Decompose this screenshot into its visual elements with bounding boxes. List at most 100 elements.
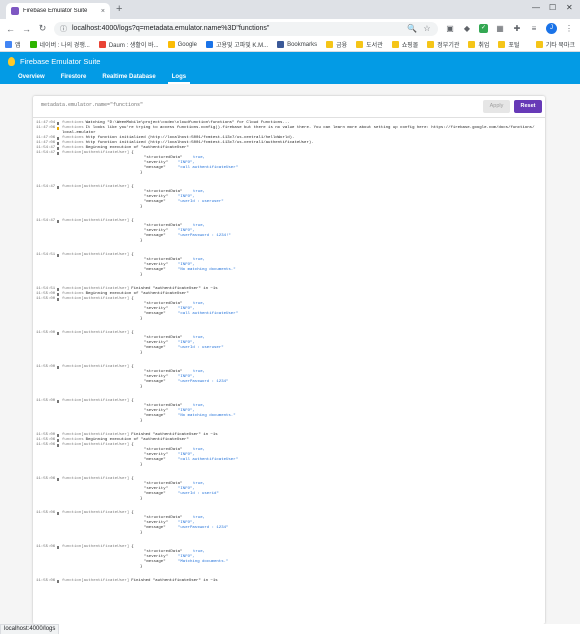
bookmark-item[interactable]: Daum : 생활이 바... xyxy=(98,40,159,49)
apply-button[interactable]: Apply xyxy=(483,100,510,113)
tab-close-icon[interactable]: × xyxy=(101,8,105,15)
forward-icon[interactable]: → xyxy=(22,24,31,34)
json-close-line: } xyxy=(140,385,143,389)
extension-shield-icon[interactable]: ◆ xyxy=(462,24,472,34)
bookmark-item[interactable]: 네이버 : 나의 경쟁... xyxy=(29,40,90,49)
more-menu-icon[interactable]: ⋮ xyxy=(564,24,574,34)
tab-logs[interactable]: Logs xyxy=(164,74,194,84)
site-info-icon[interactable]: ⓘ xyxy=(60,24,67,34)
info-level-icon xyxy=(57,366,59,369)
log-list: 11:47:04 functions Watching "D:\WeenMobile… xyxy=(33,121,545,584)
bookmark-item[interactable]: 고용및 고파및 K.M... xyxy=(205,40,269,49)
firebase-logo-icon xyxy=(8,56,15,66)
bookmark-item[interactable]: 도서관 xyxy=(356,40,383,49)
json-close-line: } xyxy=(140,497,143,501)
log-json-block: "structuredData" true, "severity" "INFO", "m… xyxy=(33,448,545,468)
info-level-icon xyxy=(57,288,59,291)
folder-icon xyxy=(535,41,543,48)
profile-avatar[interactable]: J xyxy=(546,23,557,34)
bookmark-item[interactable]: Bookmarks xyxy=(277,41,317,48)
status-url: localhost:4000/logs xyxy=(0,624,60,634)
address-bar-url[interactable]: localhost:4000/logs?q=metadata.emulator.… xyxy=(72,25,402,32)
new-tab-button[interactable]: + xyxy=(116,3,122,15)
bookmark-item[interactable]: 쇼핑몰 xyxy=(391,40,419,49)
json-close-line: } xyxy=(140,463,143,467)
json-close-line: } xyxy=(140,351,143,355)
bookmarks-bar: 앱 네이버 : 나의 경쟁... Daum : 생활이 바... Google 고용및 … xyxy=(0,38,580,52)
extensions-puzzle-icon[interactable]: ✚ xyxy=(512,24,522,34)
info-level-icon xyxy=(57,254,59,257)
other-bookmarks-label: 기타 북마크 xyxy=(545,43,575,49)
json-close-line: } xyxy=(140,205,143,209)
info-level-icon xyxy=(57,512,59,515)
bookmark-label: 쇼핑몰 xyxy=(401,43,419,49)
maximize-icon[interactable]: ☐ xyxy=(549,3,556,12)
bookmark-item[interactable]: 정부기관 xyxy=(427,40,459,49)
main-content: Apply Reset 11:47:04functionsWatching "D… xyxy=(0,84,580,624)
info-level-icon xyxy=(57,546,59,549)
other-bookmarks[interactable]: 기타 북마크 xyxy=(535,40,575,49)
extension-capture-icon[interactable]: ▣ xyxy=(445,24,455,34)
log-row[interactable]: 11:55:06 function[authentificateUser] Fini… xyxy=(33,579,545,584)
json-close-line: } xyxy=(140,317,143,321)
log-json-block: "structuredData" true, "severity" "INFO", "m… xyxy=(33,258,545,278)
tab-overview[interactable]: Overview xyxy=(10,74,53,84)
info-level-icon xyxy=(57,580,59,583)
tab-firestore[interactable]: Firestore xyxy=(53,74,95,84)
log-query-input[interactable] xyxy=(41,102,461,108)
reading-list-icon[interactable]: ≡ xyxy=(529,24,539,34)
reload-icon[interactable]: ↻ xyxy=(38,23,47,34)
zoom-icon[interactable]: 🔍 xyxy=(407,24,417,34)
info-level-icon xyxy=(57,293,59,296)
star-icon[interactable]: ☆ xyxy=(422,24,432,34)
log-json-block: "structuredData" true, "severity" "INFO", "m… xyxy=(33,336,545,356)
extension-check-icon[interactable]: ✓ xyxy=(479,24,488,33)
browser-tab[interactable]: Firebase Emulator Suite × xyxy=(6,3,110,19)
json-close-line: } xyxy=(140,531,143,535)
log-json-block: "structuredData" true, "severity" "INFO", "m… xyxy=(33,224,545,244)
extension-grid-icon[interactable]: ▦ xyxy=(495,24,505,34)
bookmark-icon xyxy=(356,41,364,48)
bookmark-icon xyxy=(468,41,476,48)
json-close-line: } xyxy=(140,565,143,569)
window-close-icon[interactable]: ✕ xyxy=(566,3,573,12)
info-level-icon xyxy=(57,122,59,125)
json-close-line: } xyxy=(140,239,143,243)
logs-card: Apply Reset 11:47:04functionsWatching "D… xyxy=(33,96,545,624)
minimize-icon[interactable]: — xyxy=(532,3,540,12)
info-level-icon xyxy=(57,152,59,155)
bookmark-item[interactable]: 포털 xyxy=(498,40,519,49)
bookmark-label: 도서관 xyxy=(366,43,383,49)
bookmark-label: 정부기관 xyxy=(437,43,460,49)
info-level-icon xyxy=(57,444,59,447)
info-level-icon xyxy=(57,147,59,150)
json-close-line: } xyxy=(140,273,143,277)
back-icon[interactable]: ← xyxy=(6,24,15,34)
info-level-icon xyxy=(57,137,59,140)
bookmark-label: 네이버 : 나의 경쟁... xyxy=(39,43,90,49)
log-filter-bar: Apply Reset xyxy=(33,96,545,118)
info-level-icon xyxy=(57,142,59,145)
bookmark-item[interactable]: Google xyxy=(167,41,197,48)
bookmark-icon xyxy=(98,41,106,48)
bookmark-item[interactable]: 취업 xyxy=(468,40,489,49)
log-json-block: "structuredData" true, "severity" "INFO", "m… xyxy=(33,482,545,502)
log-json-block: "structuredData" true, "severity" "INFO", "m… xyxy=(33,156,545,176)
info-level-icon xyxy=(57,298,59,301)
bookmark-icon xyxy=(391,41,399,48)
firebase-favicon-icon xyxy=(11,7,19,15)
info-level-icon xyxy=(57,439,59,442)
bookmark-label: 고용및 고파및 K.M... xyxy=(215,43,269,49)
warning-level-icon xyxy=(57,127,59,130)
bookmark-item[interactable]: 금융 xyxy=(326,40,347,49)
bookmark-item[interactable]: 앱 xyxy=(5,40,21,49)
bookmark-label: 포털 xyxy=(508,43,520,49)
reset-button[interactable]: Reset xyxy=(514,100,542,113)
bookmark-icon xyxy=(5,41,12,48)
address-bar[interactable]: ⓘ localhost:4000/logs?q=metadata.emulato… xyxy=(54,21,438,36)
info-level-icon xyxy=(57,478,59,481)
bookmark-icon xyxy=(427,41,435,48)
bookmark-label: 금융 xyxy=(336,43,348,49)
tab-realtime-database[interactable]: Realtime Database xyxy=(94,74,163,84)
bookmark-label: 앱 xyxy=(15,43,21,49)
